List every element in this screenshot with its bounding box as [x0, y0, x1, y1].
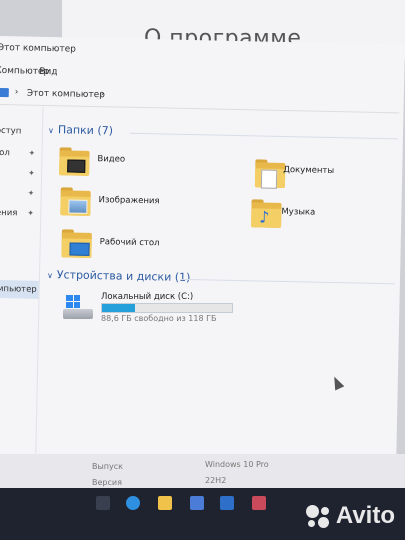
this-pc-icon: [0, 87, 9, 98]
music-folder-icon[interactable]: ♪: [251, 199, 282, 228]
edge-icon[interactable]: [126, 496, 140, 510]
video-folder-icon[interactable]: [59, 147, 90, 176]
file-explorer-icon[interactable]: [158, 496, 172, 510]
group-divider: [181, 278, 395, 285]
disk-usage-fill: [102, 304, 135, 312]
chevron-right-icon[interactable]: ›: [101, 89, 105, 99]
pin-icon: ✦: [28, 148, 36, 158]
address-path[interactable]: Этот компьютер: [27, 89, 105, 101]
nav-item-desktop[interactable]: стол: [0, 148, 10, 158]
folder-label-music[interactable]: Музыка: [281, 207, 315, 218]
disk-usage-bar: [101, 303, 233, 313]
chevron-down-icon[interactable]: ∨: [48, 126, 54, 135]
devices-group-header[interactable]: ∨ Устройства и диски (1): [47, 268, 395, 288]
store-icon[interactable]: [190, 496, 204, 510]
mail-icon[interactable]: [220, 496, 234, 510]
nav-item-this-pc[interactable]: компьютер: [0, 284, 37, 295]
chevron-down-icon[interactable]: ∨: [47, 271, 53, 280]
disk-free-space: 88,6 ГБ свободно из 118 ГБ: [101, 314, 217, 323]
file-explorer-window: Этот компьютер Компьютер Вид › Этот комп…: [0, 36, 405, 463]
ribbon-tab-view[interactable]: Вид: [39, 67, 57, 77]
app-icon[interactable]: [252, 496, 266, 510]
chevron-right-icon[interactable]: ›: [15, 87, 19, 97]
pictures-folder-icon[interactable]: [60, 187, 91, 216]
info-version-label: Версия: [92, 478, 122, 487]
avito-logo-icon: [305, 504, 332, 529]
group-divider: [129, 132, 398, 140]
folder-label-documents[interactable]: Документы: [283, 165, 334, 176]
folders-group-header[interactable]: ∨ Папки (7): [48, 123, 398, 143]
system-info-panel: Выпуск Windows 10 Pro Версия 22H2: [0, 454, 405, 492]
window-title: Этот компьютер: [0, 42, 76, 55]
avito-wordmark: Avito: [335, 502, 395, 529]
nav-item-quick-access[interactable]: доступ: [0, 126, 21, 137]
folders-group-title: Папки (7): [57, 123, 114, 138]
folder-label-pictures[interactable]: Изображения: [98, 195, 159, 206]
local-disk-icon[interactable]: [63, 294, 95, 324]
folder-label-desktop[interactable]: Рабочий стол: [100, 237, 160, 248]
pin-icon: ✦: [27, 188, 35, 198]
task-view-icon[interactable]: [96, 496, 110, 510]
local-disk-label[interactable]: Локальный диск (C:): [101, 292, 193, 302]
taskbar: Avito: [0, 488, 405, 540]
photo-scene: О программе Этот компьютер Компьютер Вид…: [0, 0, 405, 540]
documents-folder-icon[interactable]: [254, 159, 286, 189]
windows-logo-icon: [66, 295, 80, 308]
nav-item-pictures[interactable]: жения: [0, 208, 17, 219]
navigation-pane: доступ стол ✦ ✦ ты ✦ жения ✦ компьютер: [0, 105, 44, 455]
info-version-value: 22H2: [205, 476, 227, 485]
folder-label-video[interactable]: Видео: [97, 154, 125, 165]
desktop-folder-icon[interactable]: [61, 229, 92, 258]
avito-watermark: Avito: [305, 502, 395, 530]
info-edition-label: Выпуск: [92, 462, 123, 471]
pin-icon: ✦: [27, 208, 35, 218]
pin-icon: ✦: [28, 168, 35, 178]
devices-group-title: Устройства и диски (1): [56, 268, 191, 285]
info-edition-value: Windows 10 Pro: [205, 460, 269, 469]
